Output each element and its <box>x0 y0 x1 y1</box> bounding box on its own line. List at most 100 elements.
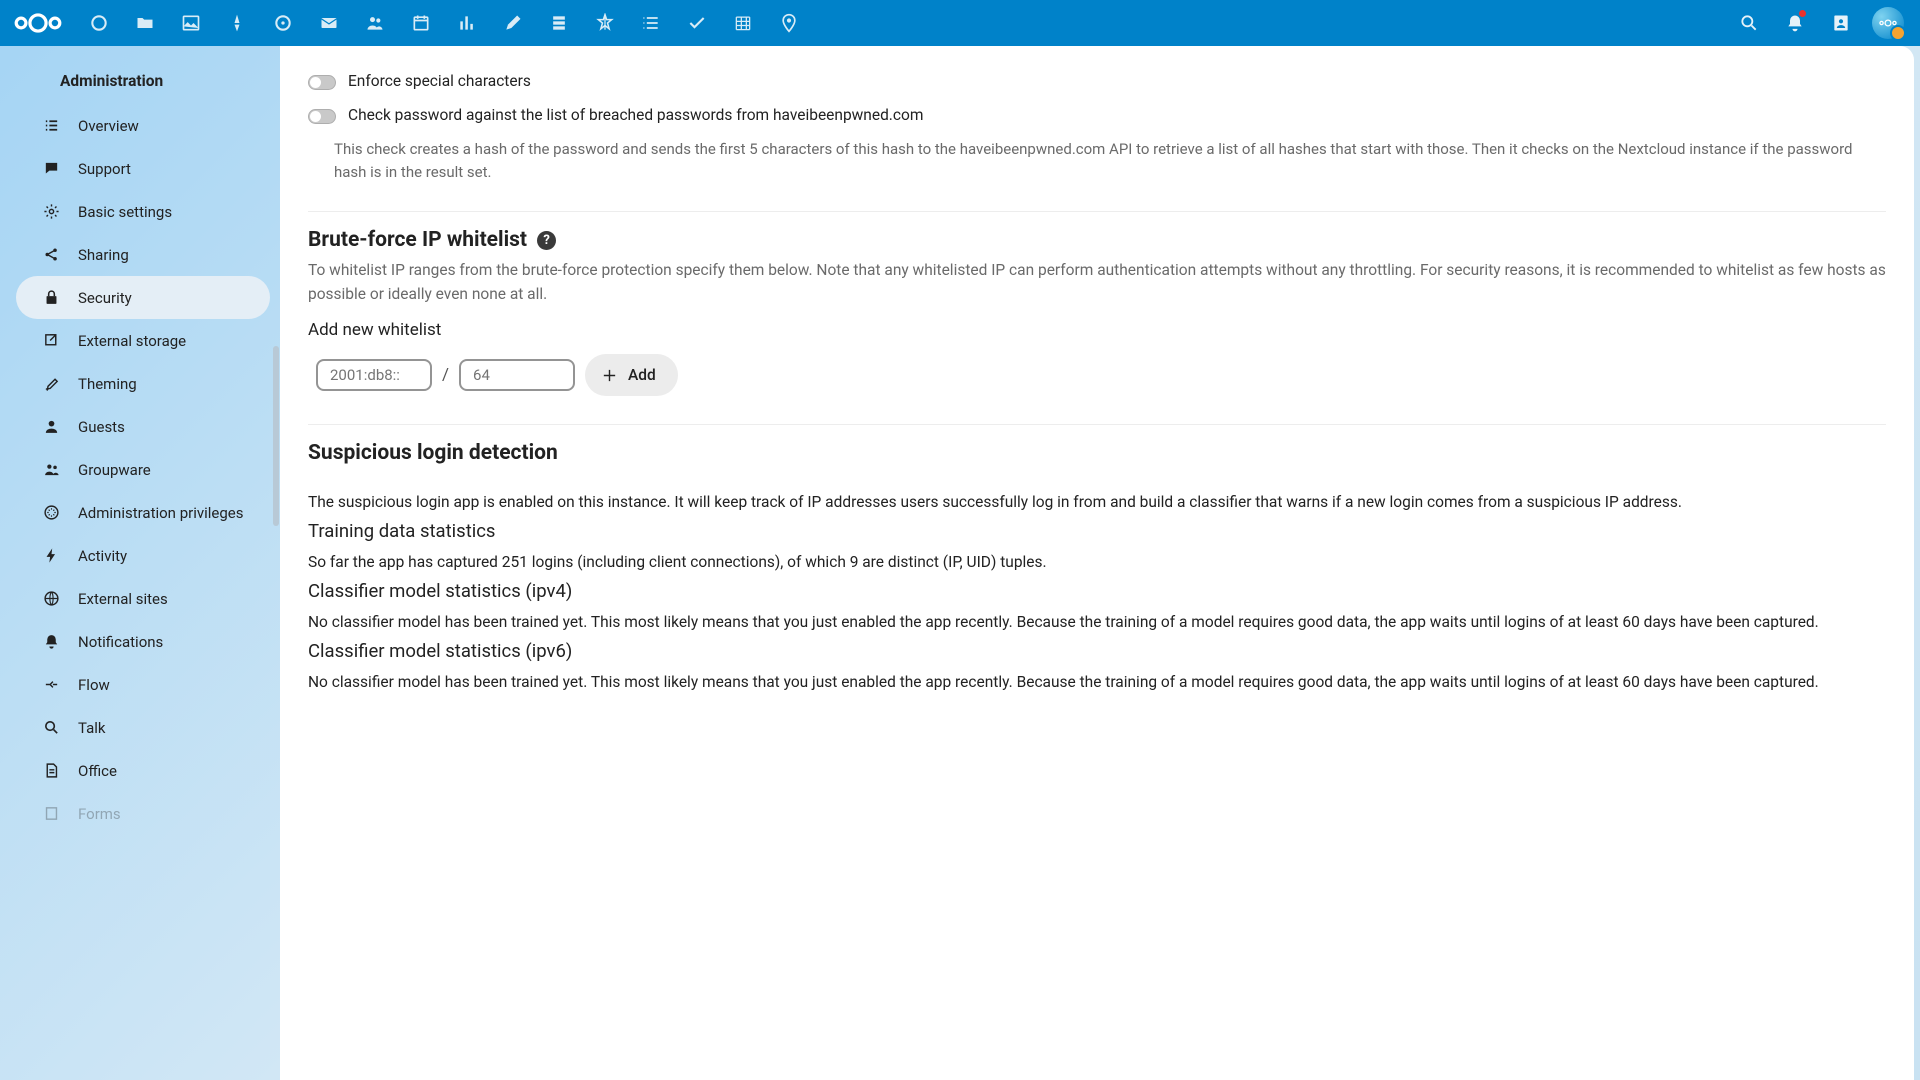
files-app-icon[interactable] <box>122 0 168 46</box>
toggle-label: Enforce special characters <box>348 72 531 90</box>
toggle-label: Check password against the list of breac… <box>348 106 923 124</box>
add-whitelist-label: Add new whitelist <box>308 320 1886 340</box>
bookmarks-app-icon[interactable] <box>582 0 628 46</box>
ipv4-heading: Classifier model statistics (ipv4) <box>308 580 1886 602</box>
user-avatar[interactable] <box>1872 7 1904 39</box>
sidebar-item-security[interactable]: Security <box>16 276 270 319</box>
list-app-icon[interactable] <box>628 0 674 46</box>
sidebar-item-basic[interactable]: Basic settings <box>16 190 270 233</box>
sidebar-item-flow[interactable]: Flow <box>16 663 270 706</box>
section-title: Suspicious login detection <box>308 441 1886 465</box>
search-small-icon <box>42 719 60 737</box>
sidebar-item-talk[interactable]: Talk <box>16 706 270 749</box>
sidebar-item-label: Sharing <box>78 246 129 264</box>
sidebar-item-external-storage[interactable]: External storage <box>16 319 270 362</box>
toggle-row-special-chars: Enforce special characters <box>308 66 1886 100</box>
document-icon <box>42 762 60 780</box>
external-icon <box>42 332 60 350</box>
activity-app-icon[interactable] <box>214 0 260 46</box>
tasks-app-icon[interactable] <box>674 0 720 46</box>
sidebar-item-forms[interactable]: Forms <box>16 792 270 835</box>
sidebar-item-guests[interactable]: Guests <box>16 405 270 448</box>
section-title: Brute-force IP whitelist ? <box>308 228 1886 252</box>
sidebar-item-external-sites[interactable]: External sites <box>16 577 270 620</box>
gear-icon <box>42 203 60 221</box>
mail-app-icon[interactable] <box>306 0 352 46</box>
sidebar-item-label: Overview <box>78 117 139 135</box>
bolt-icon <box>42 547 60 565</box>
sidebar-item-label: Groupware <box>78 461 151 479</box>
sidebar-item-support[interactable]: Support <box>16 147 270 190</box>
sidebar-item-label: Activity <box>78 547 127 565</box>
section-description: The suspicious login app is enabled on t… <box>308 490 1886 514</box>
sidebar-item-activity[interactable]: Activity <box>16 534 270 577</box>
bell-icon <box>42 633 60 651</box>
contacts-menu-icon[interactable] <box>1818 0 1864 46</box>
sidebar-item-overview[interactable]: Overview <box>16 104 270 147</box>
tables-app-icon[interactable] <box>720 0 766 46</box>
sidebar-heading: Administration <box>6 58 280 104</box>
add-button-label: Add <box>628 366 656 384</box>
sidebar-item-label: Office <box>78 762 117 780</box>
sidebar-item-label: Theming <box>78 375 137 393</box>
ipv6-heading: Classifier model statistics (ipv6) <box>308 640 1886 662</box>
list-icon <box>42 117 60 135</box>
notifications-icon[interactable] <box>1772 0 1818 46</box>
search-icon[interactable] <box>1726 0 1772 46</box>
training-text: So far the app has captured 251 logins (… <box>308 550 1886 574</box>
contacts-app-icon[interactable] <box>352 0 398 46</box>
add-whitelist-button[interactable]: Add <box>585 354 678 396</box>
ipv4-text: No classifier model has been trained yet… <box>308 610 1886 634</box>
sidebar-item-label: External sites <box>78 590 168 608</box>
form-icon <box>42 805 60 823</box>
sidebar-item-label: Guests <box>78 418 125 436</box>
talk-app-icon[interactable] <box>260 0 306 46</box>
deck-app-icon[interactable] <box>536 0 582 46</box>
toggle-special-chars[interactable] <box>308 75 336 90</box>
user-icon <box>42 418 60 436</box>
notes-app-icon[interactable] <box>490 0 536 46</box>
maps-app-icon[interactable] <box>766 0 812 46</box>
ipv6-text: No classifier model has been trained yet… <box>308 670 1886 694</box>
sidebar-item-label: Flow <box>78 676 110 694</box>
sidebar-item-notifications[interactable]: Notifications <box>16 620 270 663</box>
title-text: Brute-force IP whitelist <box>308 228 527 252</box>
slash-separator: / <box>442 365 449 385</box>
sidebar-item-groupware[interactable]: Groupware <box>16 448 270 491</box>
suspicious-login-section: Suspicious login detection The suspiciou… <box>308 425 1886 726</box>
settings-sidebar: Administration Overview Support Basic se… <box>6 46 280 1080</box>
bruteforce-section: Brute-force IP whitelist ? To whitelist … <box>308 212 1886 425</box>
sidebar-item-label: Security <box>78 289 132 307</box>
app-header <box>0 0 1920 46</box>
header-right <box>1726 0 1912 46</box>
sidebar-item-label: Notifications <box>78 633 163 651</box>
analytics-app-icon[interactable] <box>444 0 490 46</box>
sidebar-item-sharing[interactable]: Sharing <box>16 233 270 276</box>
share-icon <box>42 246 60 264</box>
nextcloud-logo[interactable] <box>8 7 68 39</box>
sidebar-scrollbar[interactable] <box>273 346 279 526</box>
dashboard-app-icon[interactable] <box>76 0 122 46</box>
sidebar-item-theming[interactable]: Theming <box>16 362 270 405</box>
sidebar-item-label: Basic settings <box>78 203 172 221</box>
whitelist-input-row: / Add <box>308 348 1886 396</box>
lock-icon <box>42 289 60 307</box>
hibp-hint: This check creates a hash of the passwor… <box>308 134 1886 183</box>
calendar-app-icon[interactable] <box>398 0 444 46</box>
brush-icon <box>42 375 60 393</box>
training-heading: Training data statistics <box>308 520 1886 542</box>
sidebar-item-admin-privileges[interactable]: Administration privileges <box>16 491 270 534</box>
group-icon <box>42 461 60 479</box>
toggle-hibp[interactable] <box>308 109 336 124</box>
mask-input[interactable] <box>459 359 575 391</box>
section-description: To whitelist IP ranges from the brute-fo… <box>308 258 1886 306</box>
toggle-row-hibp: Check password against the list of breac… <box>308 100 1886 134</box>
sidebar-item-office[interactable]: Office <box>16 749 270 792</box>
plus-icon <box>601 367 618 384</box>
sidebar-item-label: External storage <box>78 332 186 350</box>
title-text: Suspicious login detection <box>308 441 558 465</box>
sidebar-item-label: Talk <box>78 719 106 737</box>
ip-address-input[interactable] <box>316 359 432 391</box>
photos-app-icon[interactable] <box>168 0 214 46</box>
help-icon[interactable]: ? <box>537 231 556 250</box>
